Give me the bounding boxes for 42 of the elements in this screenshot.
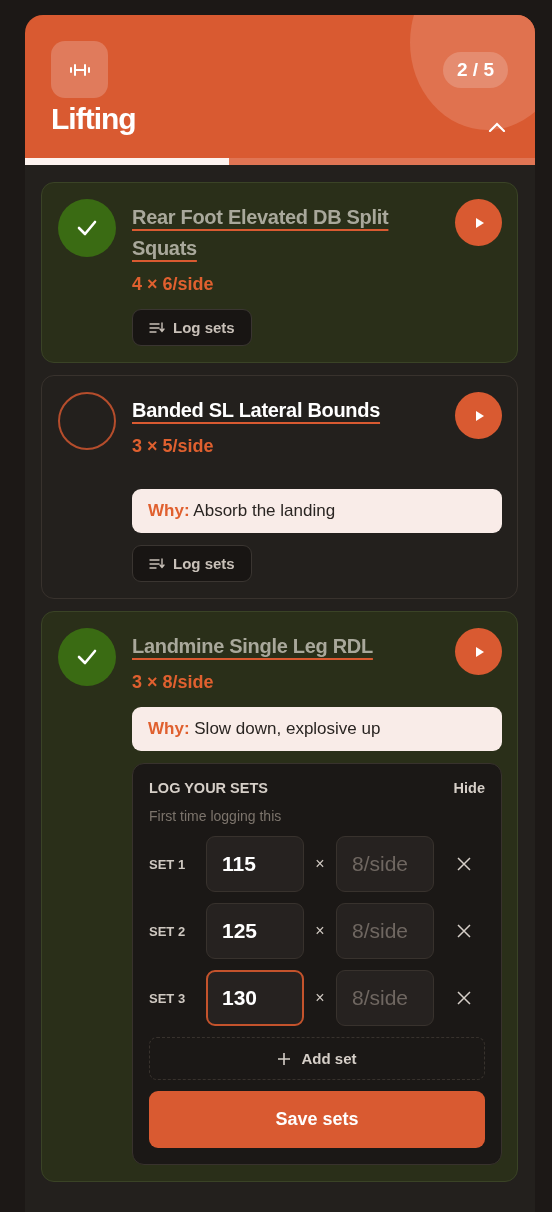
reps-input[interactable]: 8/side [336, 903, 434, 959]
section-title: Lifting [51, 102, 136, 136]
log-sets-button[interactable]: Log sets [132, 545, 252, 582]
plus-icon [277, 1051, 292, 1066]
play-icon [474, 216, 485, 229]
play-icon [474, 409, 485, 422]
exercise-title-link[interactable]: Banded SL Lateral Bounds [132, 395, 381, 426]
sets-reps: 4 × 6/side [132, 274, 215, 295]
incomplete-circle[interactable] [58, 392, 116, 450]
play-icon [474, 645, 485, 658]
list-icon [149, 321, 165, 334]
play-button[interactable] [455, 392, 502, 439]
remove-set-icon[interactable] [457, 857, 471, 871]
add-set-button[interactable]: Add set [149, 1037, 485, 1080]
times-sign: × [314, 989, 326, 1007]
sets-reps: 3 × 8/side [132, 672, 215, 693]
weight-input[interactable]: 125 [206, 903, 304, 959]
panel-title: LOG YOUR SETS [149, 780, 268, 796]
set-label: SET 1 [149, 856, 187, 872]
play-button[interactable] [455, 199, 502, 246]
remove-set-icon[interactable] [457, 991, 471, 1005]
weight-input[interactable]: 115 [206, 836, 304, 892]
weight-input[interactable]: 130 [206, 970, 304, 1026]
save-sets-button[interactable]: Save sets [149, 1091, 485, 1148]
reps-input[interactable]: 8/side [336, 836, 434, 892]
hide-link[interactable]: Hide [453, 780, 485, 796]
why-note: Why: Absorb the landing [132, 489, 502, 533]
exercise-title-link[interactable]: Landmine Single Leg RDL [132, 631, 373, 662]
reps-input[interactable]: 8/side [336, 970, 434, 1026]
set-label: SET 3 [149, 990, 187, 1006]
why-note: Why: Slow down, explosive up [132, 707, 502, 751]
barbell-icon [51, 41, 108, 98]
log-sets-button[interactable]: Log sets [132, 309, 252, 346]
list-icon [149, 557, 165, 570]
times-sign: × [314, 922, 326, 940]
remove-set-icon[interactable] [457, 924, 471, 938]
set-label: SET 2 [149, 923, 187, 939]
sets-reps: 3 × 5/side [132, 436, 215, 457]
times-sign: × [314, 855, 326, 873]
panel-subtitle: First time logging this [149, 808, 283, 824]
exercise-title-link[interactable]: Rear Foot Elevated DB Split Squats [132, 202, 439, 264]
play-button[interactable] [455, 628, 502, 675]
